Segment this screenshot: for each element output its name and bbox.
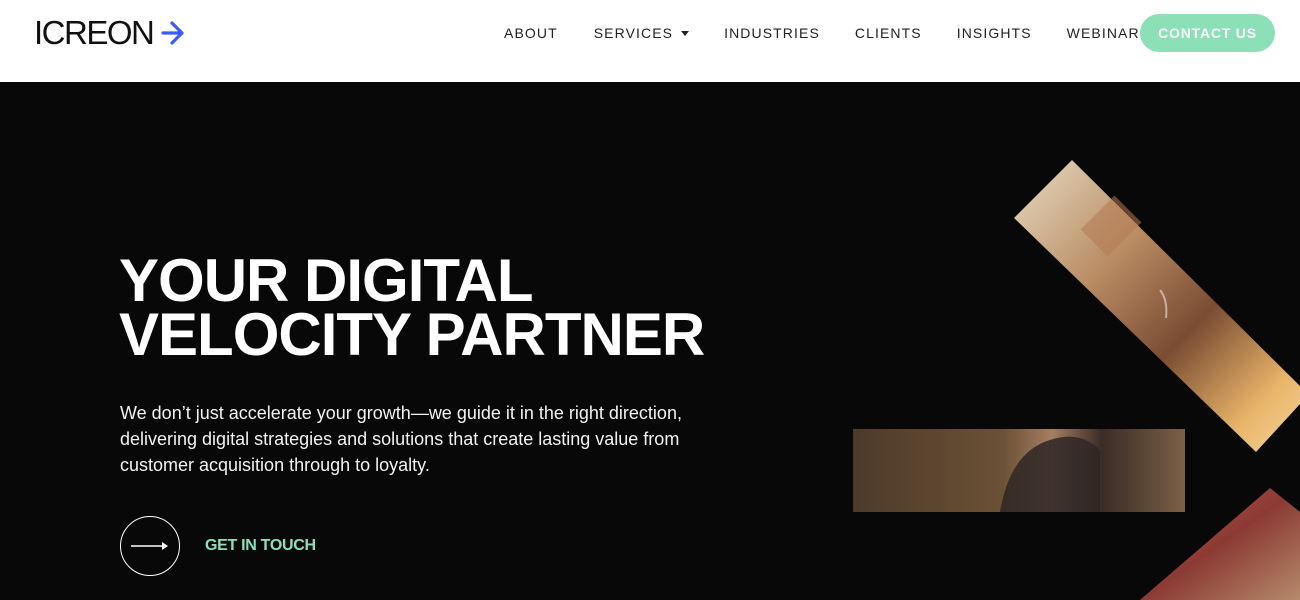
hero-title-line: YOUR DIGITAL	[119, 247, 534, 314]
nav-item-label: CLIENTS	[854, 25, 922, 41]
hero-description-line: delivering digital strategies and soluti…	[120, 429, 680, 449]
hero-description-line: We don’t just accelerate your growth—we …	[120, 403, 682, 423]
contact-us-button[interactable]: CONTACT US	[1140, 14, 1275, 52]
nav-item-label: INSIGHTS	[956, 25, 1032, 41]
image-band-runner	[1014, 160, 1300, 452]
site-header: ICREON ABOUT SERVICES INDUSTRIES CLIENTS…	[0, 0, 1300, 82]
nav-item-insights[interactable]: INSIGHTS	[957, 25, 1032, 41]
nav-item-industries[interactable]: INDUSTRIES	[724, 25, 820, 41]
arrow-right-icon	[161, 21, 184, 45]
nav-item-label: SERVICES	[593, 25, 674, 41]
nav-item-label: INDUSTRIES	[724, 25, 820, 41]
hero-description-line: customer acquisition through to loyalty.	[120, 455, 430, 475]
hero-title: YOUR DIGITAL VELOCITY PARTNER	[119, 247, 759, 368]
hero-title-line: VELOCITY PARTNER	[119, 301, 705, 368]
nav-item-services[interactable]: SERVICES	[593, 25, 690, 41]
logo-text: ICREON	[34, 14, 155, 51]
logo[interactable]: ICREON	[34, 16, 185, 50]
nav-item-about[interactable]: ABOUT	[504, 25, 558, 41]
nav-item-label: WEBINARS	[1066, 25, 1151, 41]
main-nav: ABOUT SERVICES INDUSTRIES CLIENTS INSIGH…	[486, 24, 1150, 42]
nav-item-label: ABOUT	[504, 25, 558, 41]
get-in-touch-circle[interactable]	[120, 516, 180, 576]
arrow-right-icon	[131, 542, 168, 550]
hero-image-collage	[853, 160, 1300, 600]
caret-down-icon	[681, 30, 690, 36]
get-in-touch-label: GET IN TOUCH	[205, 537, 316, 554]
nav-item-clients[interactable]: CLIENTS	[855, 25, 922, 41]
get-in-touch-link[interactable]: GET IN TOUCH	[120, 516, 316, 576]
nav-item-webinars[interactable]: WEBINARS	[1067, 25, 1150, 41]
hero-description: We don’t just accelerate your growth—we …	[120, 400, 720, 478]
